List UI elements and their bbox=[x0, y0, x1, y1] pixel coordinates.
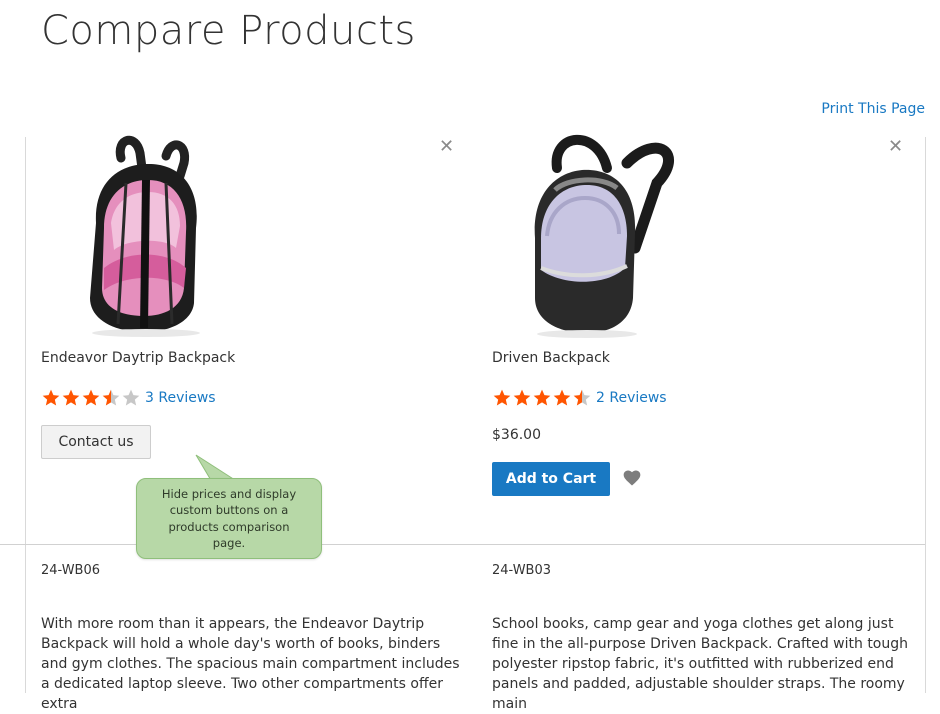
star-icon bbox=[513, 389, 531, 406]
reviews-link[interactable]: 3 Reviews bbox=[145, 390, 216, 406]
product-sku: 24-WB03 bbox=[492, 563, 552, 578]
star-icon bbox=[82, 389, 100, 406]
star-icon bbox=[573, 389, 591, 406]
star-icon bbox=[42, 389, 60, 406]
table-border-left bbox=[25, 137, 26, 693]
product-image-driven-backpack[interactable] bbox=[507, 128, 687, 338]
star-icon bbox=[122, 389, 140, 406]
contact-us-button[interactable]: Contact us bbox=[41, 425, 151, 459]
product-name-link[interactable]: Endeavor Daytrip Backpack bbox=[41, 350, 235, 366]
remove-product-button[interactable]: ✕ bbox=[888, 138, 903, 156]
star-icon bbox=[533, 389, 551, 406]
star-icon bbox=[62, 389, 80, 406]
star-icon bbox=[553, 389, 571, 406]
add-to-cart-button[interactable]: Add to Cart bbox=[492, 462, 610, 496]
product-image-endeavor-backpack[interactable] bbox=[56, 128, 236, 338]
page-title: Compare Products bbox=[41, 8, 416, 54]
reviews-link[interactable]: 2 Reviews bbox=[596, 390, 667, 406]
feature-callout: Hide prices and display custom buttons o… bbox=[136, 478, 322, 559]
product-sku: 24-WB06 bbox=[41, 563, 101, 578]
star-icon bbox=[493, 389, 511, 406]
remove-product-button[interactable]: ✕ bbox=[439, 138, 454, 156]
heart-icon[interactable] bbox=[622, 468, 642, 488]
product-description: With more room than it appears, the Ende… bbox=[41, 616, 460, 712]
rating-stars bbox=[41, 388, 141, 408]
table-border-right bbox=[925, 137, 926, 693]
print-page-link[interactable]: Print This Page bbox=[821, 101, 925, 117]
product-rating: 3 Reviews bbox=[41, 388, 216, 408]
product-description: School books, camp gear and yoga clothes… bbox=[492, 616, 909, 712]
product-name-link[interactable]: Driven Backpack bbox=[492, 350, 610, 366]
rating-stars bbox=[492, 388, 592, 408]
product-rating: 2 Reviews bbox=[492, 388, 667, 408]
star-icon bbox=[102, 389, 120, 406]
callout-text: Hide prices and display custom buttons o… bbox=[161, 486, 297, 551]
product-price: $36.00 bbox=[492, 427, 541, 443]
